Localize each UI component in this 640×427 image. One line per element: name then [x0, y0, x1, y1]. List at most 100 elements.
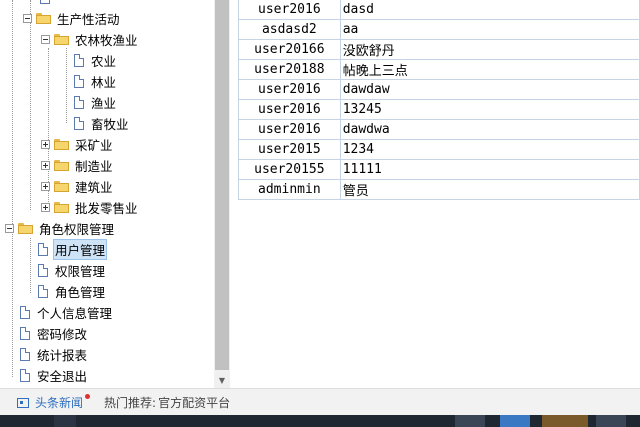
name-cell: dasd	[339, 0, 640, 20]
news-icon[interactable]	[17, 397, 29, 408]
folder-icon	[54, 202, 69, 213]
tree-guide	[30, 0, 31, 210]
folder-icon	[54, 160, 69, 171]
notification-dot-icon	[85, 394, 91, 399]
username-cell: user2016	[238, 79, 341, 100]
tree-item-label: 生产性活动	[57, 12, 120, 27]
table-row[interactable]: user2016 dasd	[238, 0, 640, 20]
hot-recommend-label: 热门推荐:	[104, 396, 157, 410]
tree-scrollbar[interactable]: ▼	[214, 0, 230, 388]
table-row[interactable]: user20188 帖晚上三点	[238, 59, 640, 80]
page-icon	[38, 243, 48, 256]
page-icon	[20, 348, 30, 361]
username-cell: asdasd2	[238, 19, 341, 40]
scroll-down-arrow-icon[interactable]: ▼	[214, 372, 230, 388]
tree-item-forestry[interactable]: 林业	[74, 71, 118, 92]
name-cell: 1234	[339, 139, 640, 160]
name-cell: 管员	[339, 179, 640, 200]
name-cell: 没欧舒丹	[339, 39, 640, 60]
tree-item-construction[interactable]: 建筑业	[41, 176, 115, 197]
start-icon[interactable]	[8, 415, 34, 427]
scrollbar-thumb[interactable]	[215, 0, 229, 370]
name-cell: 帖晚上三点	[339, 59, 640, 80]
tree-item-label: 角色管理	[55, 285, 106, 300]
tree-item-change-password[interactable]: 密码修改	[20, 323, 89, 344]
tree-item-user-management[interactable]: 用户管理	[38, 239, 108, 260]
page-icon	[74, 54, 84, 67]
tree-item-label: 密码修改	[37, 327, 88, 342]
table-row[interactable]: user2016 dawdwa	[238, 119, 640, 140]
table-row[interactable]: user20155 11111	[238, 159, 640, 180]
tree-guide	[12, 232, 13, 377]
page-icon	[74, 117, 84, 130]
tree-item-fishery[interactable]: 渔业	[74, 92, 118, 113]
collapse-icon[interactable]	[41, 35, 50, 44]
username-cell: user20166	[238, 39, 341, 60]
expand-icon[interactable]	[41, 203, 50, 212]
folder-icon	[54, 139, 69, 150]
page-icon	[38, 264, 48, 277]
table-row[interactable]: user2016 dawdaw	[238, 79, 640, 100]
table-row[interactable]: user2016 13245	[238, 99, 640, 120]
expand-icon[interactable]	[41, 140, 50, 149]
taskbar-app-icon[interactable]	[596, 415, 626, 427]
table-row[interactable]: adminmin 管员	[238, 179, 640, 200]
taskbar-app-icon[interactable]	[542, 415, 588, 427]
table-row[interactable]: user2015 1234	[238, 139, 640, 160]
name-cell: 13245	[339, 99, 640, 120]
tree-item-role-permissions[interactable]: 角色权限管理	[5, 218, 116, 239]
tree-item-agriculture-group[interactable]: 农林牧渔业	[41, 29, 140, 50]
tree-item-label: 统计报表	[37, 348, 88, 363]
tree-item-label: 制造业	[75, 159, 113, 174]
tree-item-permission-management[interactable]: 权限管理	[38, 260, 107, 281]
tree-item-label: 林业	[91, 75, 117, 90]
username-cell: user20155	[238, 159, 341, 180]
tree-item-husbandry[interactable]: 畜牧业	[74, 113, 131, 134]
tree-item-partial[interactable]	[40, 0, 55, 8]
tree-item-label: 批发零售业	[75, 201, 138, 216]
name-cell: 11111	[339, 159, 640, 180]
tree-guide	[66, 48, 67, 123]
username-cell: user2015	[238, 139, 341, 160]
tree-item-logout[interactable]: 安全退出	[20, 365, 89, 386]
tree-item-farming[interactable]: 农业	[74, 50, 118, 71]
tree-item-retail[interactable]: 批发零售业	[41, 197, 140, 218]
collapse-icon[interactable]	[23, 14, 32, 23]
tree-item-label: 权限管理	[55, 264, 106, 279]
hot-recommend-link[interactable]: 官方配资平台	[158, 394, 230, 411]
tree-item-label: 渔业	[91, 96, 117, 111]
tree-item-reports[interactable]: 统计报表	[20, 344, 89, 365]
page-icon	[74, 96, 84, 109]
tree-guide	[30, 238, 31, 293]
user-table: user2016 dasd asdasd2 aa user20166 没欧舒丹 user20…	[238, 0, 640, 200]
username-cell: user2016	[238, 99, 341, 120]
folder-icon	[54, 181, 69, 192]
folder-open-icon	[18, 223, 33, 234]
news-link[interactable]: 头条新闻	[35, 394, 83, 411]
taskbar-app-icon[interactable]	[455, 415, 485, 427]
search-icon[interactable]	[54, 415, 76, 427]
navigation-tree: 生产性活动 农林牧渔业 农业 林业 渔业 畜牧业 采矿业 制造业 建筑业 批发零	[0, 0, 214, 388]
page-icon	[20, 369, 30, 382]
expand-icon[interactable]	[41, 161, 50, 170]
tree-item-productive[interactable]: 生产性活动	[23, 8, 122, 29]
collapse-icon[interactable]	[5, 224, 14, 233]
tree-item-label: 个人信息管理	[37, 306, 113, 321]
name-cell: dawdwa	[339, 119, 640, 140]
tree-item-role-management[interactable]: 角色管理	[38, 281, 107, 302]
folder-open-icon	[36, 13, 51, 24]
tree-item-manufacturing[interactable]: 制造业	[41, 155, 115, 176]
table-row[interactable]: user20166 没欧舒丹	[238, 39, 640, 60]
tree-item-label: 采矿业	[75, 138, 113, 153]
expand-icon[interactable]	[41, 182, 50, 191]
tree-item-label: 农林牧渔业	[75, 33, 138, 48]
tree-item-profile[interactable]: 个人信息管理	[20, 302, 114, 323]
tree-item-mining[interactable]: 采矿业	[41, 134, 115, 155]
page-icon	[40, 0, 50, 4]
table-row[interactable]: asdasd2 aa	[238, 19, 640, 40]
username-cell: adminmin	[238, 179, 341, 200]
page-icon	[38, 285, 48, 298]
browser-icon[interactable]	[500, 415, 530, 427]
tree-item-label: 角色权限管理	[39, 222, 115, 237]
name-cell: dawdaw	[339, 79, 640, 100]
